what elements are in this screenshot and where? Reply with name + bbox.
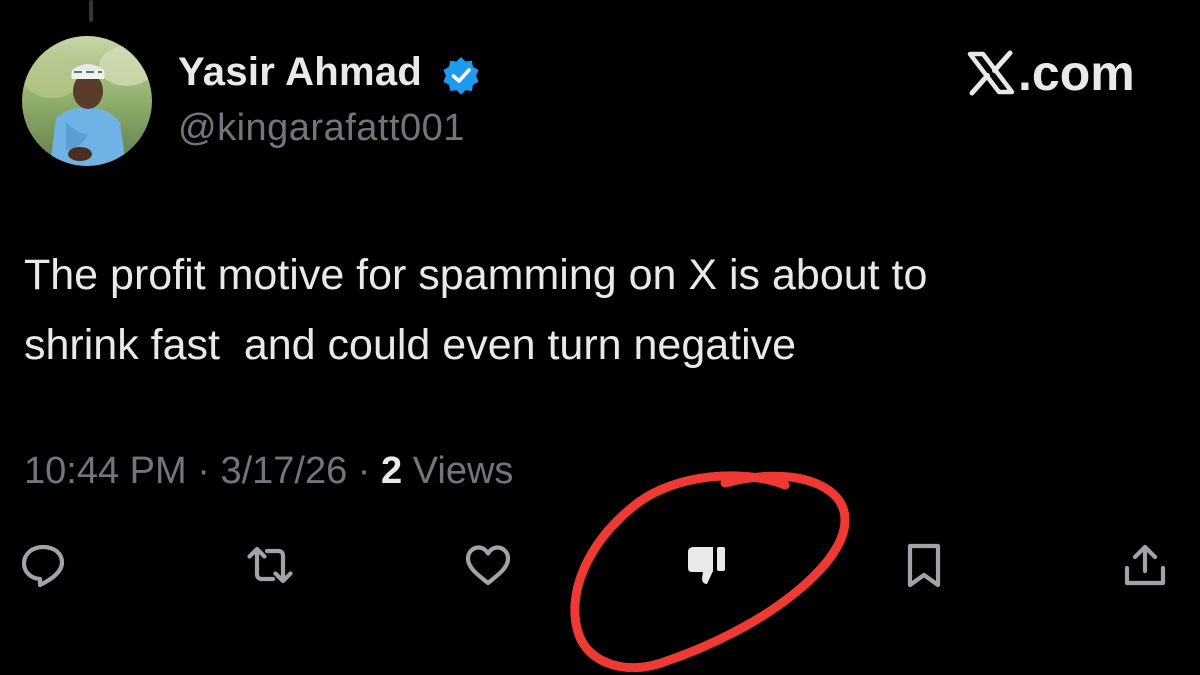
bookmark-icon <box>907 543 941 588</box>
meta-separator: · <box>186 450 221 492</box>
views-count[interactable]: 2 <box>381 450 402 492</box>
avatar-photo <box>22 36 152 166</box>
site-logo: .com <box>966 48 1135 98</box>
reply-button[interactable] <box>16 538 70 592</box>
author-display-name[interactable]: Yasir Ahmad <box>178 50 422 95</box>
dislike-button[interactable] <box>680 538 734 592</box>
like-icon <box>465 545 511 586</box>
tweet-text: The profit motive for spamming on X is a… <box>24 251 928 369</box>
views-label: Views <box>402 450 514 492</box>
share-button[interactable] <box>1118 538 1172 592</box>
reply-icon <box>21 544 65 588</box>
site-domain-label: .com <box>1018 45 1135 101</box>
avatar[interactable] <box>22 36 152 166</box>
dislike-icon <box>688 547 725 584</box>
meta-separator: · <box>347 450 382 492</box>
x-logo-icon <box>967 50 1015 96</box>
bookmark-button[interactable] <box>897 538 951 592</box>
retweet-button[interactable] <box>243 538 297 592</box>
tweet-time[interactable]: 10:44 PM <box>24 450 187 492</box>
retweet-icon <box>247 546 293 584</box>
share-icon <box>1124 544 1166 586</box>
verified-badge-icon <box>443 57 479 95</box>
thread-connector-line <box>89 0 93 22</box>
tweet-action-bar <box>0 538 1200 592</box>
tweet-date[interactable]: 3/17/26 <box>220 450 347 492</box>
like-button[interactable] <box>461 538 515 592</box>
author-handle[interactable]: @kingarafatt001 <box>178 107 465 150</box>
tweet-meta: 10:44 PM · 3/17/26 · 2 Views <box>24 450 513 493</box>
